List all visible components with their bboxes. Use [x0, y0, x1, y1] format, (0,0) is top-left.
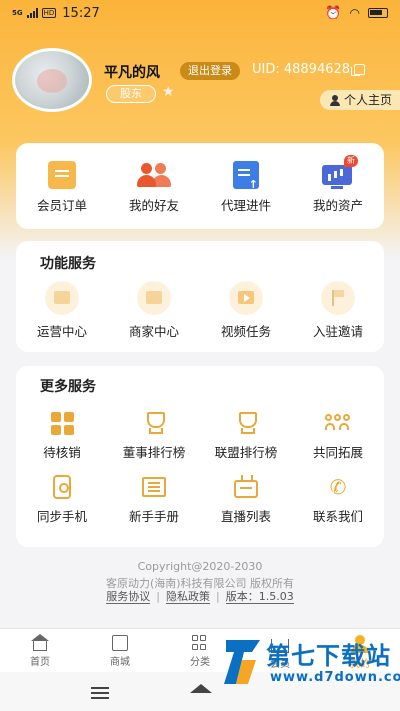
service-item-director-ranking[interactable]: 董事排行榜	[108, 410, 200, 461]
copyright-text: Copyright@2020-2030	[137, 560, 263, 573]
menu-label: 会员订单	[36, 198, 87, 213]
grid-icon	[48, 410, 76, 436]
assets-icon: 新	[322, 155, 358, 189]
hd-badge: HD	[41, 8, 57, 18]
service-label: 同步手机	[36, 509, 87, 524]
menu-label: 代理进件	[220, 198, 271, 213]
service-item-sync-phone[interactable]: 同步手机	[16, 474, 108, 525]
home-icon	[31, 634, 49, 651]
service-label: 董事排行榜	[122, 445, 186, 460]
status-bar: 5G HD 15:27 ⏰ ◠	[0, 0, 400, 26]
service-label: 直播列表	[220, 509, 271, 524]
copy-icon[interactable]	[351, 64, 366, 76]
nickname: 平凡的风	[104, 65, 160, 81]
service-item-invite[interactable]: 入驻邀请	[292, 281, 384, 340]
service-label: 联盟排行榜	[214, 445, 278, 460]
invite-flag-icon	[321, 281, 355, 315]
section-title: 更多服务	[40, 379, 96, 395]
service-label: 运营中心	[36, 324, 87, 339]
service-item-alliance-ranking[interactable]: 联盟排行榜	[200, 410, 292, 461]
tab-label: 分类	[190, 657, 210, 668]
service-item-operations[interactable]: 运营中心	[16, 281, 108, 340]
footer-links: 服务协议 | 隐私政策 | 版本：1.5.03	[0, 590, 400, 604]
trophy-icon	[232, 410, 260, 436]
service-item-co-expand[interactable]: 共同拓展	[292, 410, 384, 461]
logout-button[interactable]: 退出登录	[180, 62, 240, 80]
watermark: 第七下载站 www.d7down.com	[222, 630, 400, 694]
manual-icon	[140, 474, 168, 500]
person-icon	[329, 94, 340, 106]
uid-display: UID: 48894628	[252, 62, 366, 77]
agent-upload-icon	[233, 161, 259, 191]
service-label: 待核销	[43, 445, 81, 460]
merchant-icon	[137, 281, 171, 315]
version-link[interactable]: 版本：1.5.03	[225, 590, 294, 604]
service-item-live-list[interactable]: 直播列表	[200, 474, 292, 525]
tab-label: 首页	[30, 657, 50, 668]
menu-label: 我的好友	[128, 198, 179, 213]
menu-icon[interactable]	[91, 687, 109, 689]
live-tv-icon	[232, 474, 260, 500]
phone-sync-icon	[48, 474, 76, 500]
more-services-card: 更多服务 待核销 董事排行榜 联盟排行榜 共同拓展 同步手机 新手手册 直播列表…	[16, 366, 384, 547]
personal-homepage-label: 个人主页	[343, 93, 392, 107]
new-badge: 新	[344, 155, 358, 167]
battery-icon	[368, 8, 388, 18]
privacy-policy-link[interactable]: 隐私政策	[166, 590, 210, 604]
tab-shop[interactable]: 商城	[80, 629, 160, 672]
service-label: 商家中心	[128, 324, 179, 339]
quick-menu-card: 会员订单 我的好友 代理进件 新 我的资产	[16, 143, 384, 229]
service-label: 联系我们	[312, 509, 363, 524]
function-services-card: 功能服务 运营中心 商家中心 视频任务 入驻邀请	[16, 241, 384, 352]
watermark-name: 第七下载站	[266, 642, 391, 670]
wifi-icon: ◠	[349, 6, 360, 20]
tab-home[interactable]: 首页	[0, 629, 80, 672]
star-icon: ★	[162, 84, 175, 100]
menu-item-my-assets[interactable]: 新 我的资产	[292, 155, 384, 214]
role-tag: 股东	[106, 85, 156, 103]
service-item-pending-verify[interactable]: 待核销	[16, 410, 108, 461]
service-label: 视频任务	[220, 324, 271, 339]
menu-label: 我的资产	[312, 198, 363, 213]
status-time: 15:27	[62, 5, 100, 21]
service-label: 共同拓展	[312, 445, 363, 460]
alarm-icon: ⏰	[325, 5, 342, 21]
company-text: 客原动力(海南)科技有限公司 版权所有	[105, 577, 295, 590]
menu-item-my-friends[interactable]: 我的好友	[108, 161, 200, 214]
menu-item-agent-upload[interactable]: 代理进件	[200, 161, 292, 214]
tab-label: 商城	[110, 657, 130, 668]
signal-icon	[26, 8, 38, 18]
video-task-icon	[229, 281, 263, 315]
service-item-manual[interactable]: 新手手册	[108, 474, 200, 525]
watermark-url: www.d7down.com	[270, 670, 400, 685]
service-label: 入驻邀请	[312, 324, 363, 339]
group-icon	[324, 410, 352, 436]
category-icon	[192, 635, 208, 651]
system-home-icon[interactable]	[190, 684, 212, 693]
separator: |	[156, 590, 160, 603]
shop-icon	[112, 635, 128, 651]
service-item-merchant[interactable]: 商家中心	[108, 281, 200, 340]
trophy-icon	[140, 410, 168, 436]
uid-text: UID: 48894628	[252, 62, 351, 77]
service-item-contact-us[interactable]: ✆ 联系我们	[292, 474, 384, 525]
service-label: 新手手册	[128, 509, 179, 524]
service-item-video-task[interactable]: 视频任务	[200, 281, 292, 340]
phone-call-icon: ✆	[329, 475, 347, 499]
service-agreement-link[interactable]: 服务协议	[106, 590, 151, 604]
avatar[interactable]	[12, 48, 92, 112]
menu-item-member-orders[interactable]: 会员订单	[16, 161, 108, 214]
section-title: 功能服务	[40, 256, 96, 272]
separator: |	[216, 590, 220, 603]
friends-icon	[137, 161, 171, 189]
personal-homepage-button[interactable]: 个人主页	[319, 90, 400, 110]
watermark-logo	[224, 640, 260, 684]
operations-icon	[45, 281, 79, 315]
order-icon	[48, 161, 76, 189]
network-type: 5G	[12, 8, 23, 17]
